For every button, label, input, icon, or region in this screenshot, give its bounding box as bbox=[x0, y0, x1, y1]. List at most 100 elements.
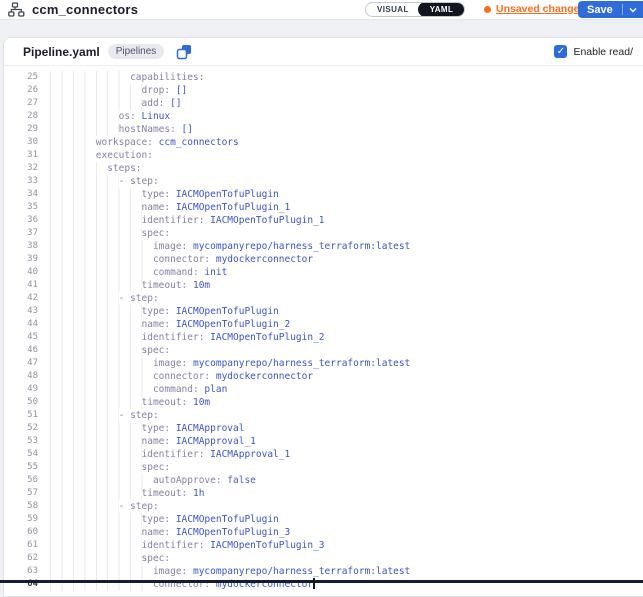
save-button-label[interactable]: Save bbox=[578, 4, 622, 16]
code-line[interactable]: 49command: plan bbox=[4, 383, 643, 396]
code-line[interactable]: 30workspace: ccm_connectors bbox=[4, 136, 643, 149]
code-line[interactable]: 34type: IACMOpenTofuPlugin bbox=[4, 188, 643, 201]
code-text[interactable]: capabilities: bbox=[44, 71, 643, 84]
code-line[interactable]: 46spec: bbox=[4, 344, 643, 357]
enable-read-checkbox[interactable]: ✓ bbox=[554, 45, 567, 58]
code-line[interactable]: 54identifier: IACMApproval_1 bbox=[4, 448, 643, 461]
line-number: 61 bbox=[4, 539, 44, 552]
code-text[interactable]: name: IACMOpenTofuPlugin_1 bbox=[44, 201, 643, 214]
code-line[interactable]: 62spec: bbox=[4, 552, 643, 565]
code-line[interactable]: 39connector: mydockerconnector bbox=[4, 253, 643, 266]
code-text[interactable]: execution: bbox=[44, 149, 643, 162]
copy-icon[interactable] bbox=[176, 44, 192, 60]
yaml-code-editor[interactable]: 25capabilities:26drop: []27add: []28os: … bbox=[4, 66, 643, 596]
yaml-value: 10m bbox=[187, 397, 210, 408]
code-line[interactable]: 26drop: [] bbox=[4, 84, 643, 97]
code-text[interactable]: type: IACMOpenTofuPlugin bbox=[44, 513, 643, 526]
code-line[interactable]: 40command: init bbox=[4, 266, 643, 279]
code-line[interactable]: 47image: mycompanyrepo/harness_terraform… bbox=[4, 357, 643, 370]
code-text[interactable]: spec: bbox=[44, 461, 643, 474]
code-line[interactable]: 38image: mycompanyrepo/harness_terraform… bbox=[4, 240, 643, 253]
code-line[interactable]: 61identifier: IACMOpenTofuPlugin_3 bbox=[4, 539, 643, 552]
yaml-value: IACMOpenTofuPlugin_3 bbox=[170, 527, 290, 538]
code-line[interactable]: 51- step: bbox=[4, 409, 643, 422]
code-text[interactable]: hostNames: [] bbox=[44, 123, 643, 136]
code-text[interactable]: - step: bbox=[44, 500, 643, 513]
code-text[interactable]: type: IACMOpenTofuPlugin bbox=[44, 305, 643, 318]
code-line[interactable]: 50timeout: 10m bbox=[4, 396, 643, 409]
code-text[interactable]: type: IACMOpenTofuPlugin bbox=[44, 188, 643, 201]
code-text[interactable]: spec: bbox=[44, 227, 643, 240]
code-line[interactable]: 58- step: bbox=[4, 500, 643, 513]
save-button[interactable]: Save bbox=[578, 1, 643, 18]
code-text[interactable]: connector: mydockerconnector bbox=[44, 253, 643, 266]
code-text[interactable]: connector: mydockerconnector bbox=[44, 370, 643, 383]
code-line[interactable]: 60name: IACMOpenTofuPlugin_3 bbox=[4, 526, 643, 539]
code-line[interactable]: 55spec: bbox=[4, 461, 643, 474]
code-text[interactable]: timeout: 10m bbox=[44, 396, 643, 409]
code-text[interactable]: steps: bbox=[44, 162, 643, 175]
code-text[interactable]: - step: bbox=[44, 409, 643, 422]
code-text[interactable]: type: IACMApproval bbox=[44, 422, 643, 435]
toggle-yaml-option[interactable]: YAML bbox=[418, 2, 466, 17]
code-line[interactable]: 59type: IACMOpenTofuPlugin bbox=[4, 513, 643, 526]
code-text[interactable]: drop: [] bbox=[44, 84, 643, 97]
code-line[interactable]: 35name: IACMOpenTofuPlugin_1 bbox=[4, 201, 643, 214]
yaml-key: connector: bbox=[153, 371, 210, 382]
code-text[interactable]: image: mycompanyrepo/harness_terraform:l… bbox=[44, 565, 643, 578]
code-text[interactable]: name: IACMOpenTofuPlugin_3 bbox=[44, 526, 643, 539]
code-text[interactable]: - step: bbox=[44, 175, 643, 188]
code-line[interactable]: 57timeout: 1h bbox=[4, 487, 643, 500]
code-text[interactable]: name: IACMOpenTofuPlugin_2 bbox=[44, 318, 643, 331]
code-line[interactable]: 28os: Linux bbox=[4, 110, 643, 123]
code-line[interactable]: 48connector: mydockerconnector bbox=[4, 370, 643, 383]
toggle-visual-option[interactable]: VISUAL bbox=[366, 5, 418, 14]
code-text[interactable]: autoApprove: false bbox=[44, 474, 643, 487]
code-line[interactable]: 41timeout: 10m bbox=[4, 279, 643, 292]
code-line[interactable]: 37spec: bbox=[4, 227, 643, 240]
code-line[interactable]: 25capabilities: bbox=[4, 71, 643, 84]
code-text[interactable]: image: mycompanyrepo/harness_terraform:l… bbox=[44, 240, 643, 253]
unsaved-changes[interactable]: Unsaved changes bbox=[484, 3, 585, 15]
code-text[interactable]: timeout: 1h bbox=[44, 487, 643, 500]
code-line[interactable]: 36identifier: IACMOpenTofuPlugin_1 bbox=[4, 214, 643, 227]
code-text[interactable]: identifier: IACMOpenTofuPlugin_3 bbox=[44, 539, 643, 552]
editor-tab-row: Pipeline.yaml Pipelines ✓ Enable read/ bbox=[4, 38, 643, 66]
indent-guides bbox=[50, 188, 142, 201]
line-number: 34 bbox=[4, 188, 44, 201]
code-line[interactable]: 29hostNames: [] bbox=[4, 123, 643, 136]
code-text[interactable]: command: init bbox=[44, 266, 643, 279]
code-text[interactable]: identifier: IACMApproval_1 bbox=[44, 448, 643, 461]
code-line[interactable]: 27add: [] bbox=[4, 97, 643, 110]
code-line[interactable]: 63image: mycompanyrepo/harness_terraform… bbox=[4, 565, 643, 578]
code-line[interactable]: 52type: IACMApproval bbox=[4, 422, 643, 435]
code-text[interactable]: image: mycompanyrepo/harness_terraform:l… bbox=[44, 357, 643, 370]
code-text[interactable]: command: plan bbox=[44, 383, 643, 396]
indent-guides bbox=[50, 500, 119, 513]
code-text[interactable]: identifier: IACMOpenTofuPlugin_1 bbox=[44, 214, 643, 227]
code-line[interactable]: 31execution: bbox=[4, 149, 643, 162]
visual-yaml-toggle[interactable]: VISUAL YAML bbox=[365, 2, 465, 17]
code-text[interactable]: add: [] bbox=[44, 97, 643, 110]
code-line[interactable]: 45identifier: IACMOpenTofuPlugin_2 bbox=[4, 331, 643, 344]
code-line[interactable]: 56autoApprove: false bbox=[4, 474, 643, 487]
unsaved-changes-link[interactable]: Unsaved changes bbox=[496, 3, 585, 15]
indent-guides bbox=[50, 149, 96, 162]
code-text[interactable]: spec: bbox=[44, 552, 643, 565]
code-line[interactable]: 43type: IACMOpenTofuPlugin bbox=[4, 305, 643, 318]
code-line[interactable]: 44name: IACMOpenTofuPlugin_2 bbox=[4, 318, 643, 331]
code-line[interactable]: 32steps: bbox=[4, 162, 643, 175]
code-text[interactable]: - step: bbox=[44, 292, 643, 305]
code-text[interactable]: name: IACMApproval_1 bbox=[44, 435, 643, 448]
code-line[interactable]: 42- step: bbox=[4, 292, 643, 305]
code-text[interactable]: timeout: 10m bbox=[44, 279, 643, 292]
code-line[interactable]: 33- step: bbox=[4, 175, 643, 188]
save-menu-chevron-icon[interactable] bbox=[623, 7, 643, 13]
file-name-tab[interactable]: Pipeline.yaml bbox=[23, 45, 100, 59]
code-text[interactable]: os: Linux bbox=[44, 110, 643, 123]
indent-guides bbox=[50, 526, 142, 539]
code-text[interactable]: spec: bbox=[44, 344, 643, 357]
code-text[interactable]: identifier: IACMOpenTofuPlugin_2 bbox=[44, 331, 643, 344]
code-line[interactable]: 53name: IACMApproval_1 bbox=[4, 435, 643, 448]
code-text[interactable]: workspace: ccm_connectors bbox=[44, 136, 643, 149]
